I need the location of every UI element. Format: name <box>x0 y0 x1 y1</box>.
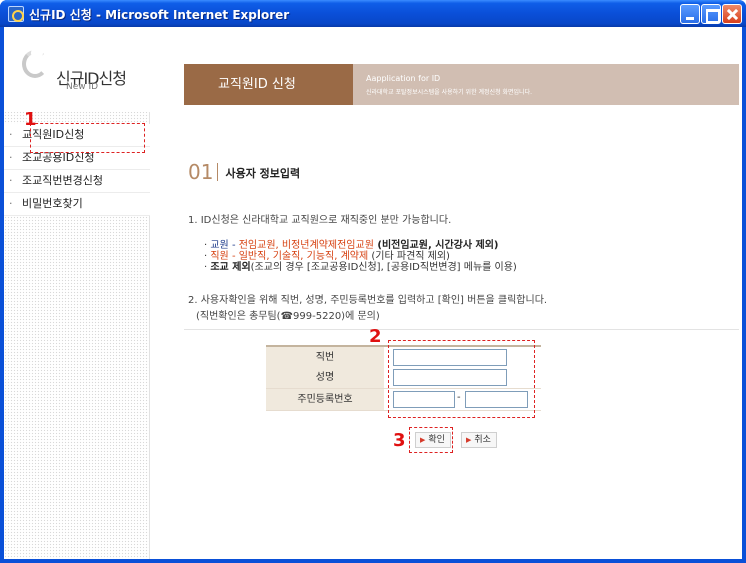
annotation-number-1: 1 <box>24 109 37 130</box>
title-bar[interactable]: 신규ID 신청 - Microsoft Internet Explorer <box>0 0 746 27</box>
confirm-button-label: 확인 <box>428 435 445 445</box>
logo-subtitle: New ID <box>66 82 99 92</box>
page-content: 신규ID신청 New ID 교직원ID신청 조교공용ID신청 조교직번변경신청 … <box>4 27 742 559</box>
annotation-number-2: 2 <box>369 326 382 347</box>
list-item: · 조교 제외(조교의 경우 [조교공용ID신청], [공용ID직번변경] 메뉴… <box>204 262 517 273</box>
arrow-right-icon: ▶ <box>466 436 472 444</box>
confirm-button[interactable]: ▶ 확인 <box>415 432 451 448</box>
sidebar-item-label: 비밀번호찾기 <box>22 197 83 210</box>
sidebar-item-assistant-number-change[interactable]: 조교직번변경신청 <box>4 170 150 193</box>
instruction-note: (직번확인은 총무팀(☎999-5220)에 문의) <box>196 311 380 322</box>
ie-icon <box>8 6 24 22</box>
cancel-button[interactable]: ▶ 취소 <box>461 432 497 448</box>
field-label: 직번 <box>266 347 384 368</box>
browser-window: 신규ID 신청 - Microsoft Internet Explorer 신규… <box>0 0 746 563</box>
divider <box>184 329 739 330</box>
list-item: · 직원 - 일반직, 기술직, 기능직, 계약제 (기타 파견직 제외) <box>204 251 450 262</box>
minimize-button[interactable] <box>680 4 700 24</box>
field-label: 성명 <box>266 367 384 388</box>
arrow-right-icon: ▶ <box>420 436 426 444</box>
step-divider <box>217 163 219 181</box>
annotation-number-3: 3 <box>393 430 406 451</box>
banner-subtitle: 신라대학교 포탈정보시스템을 사용하기 위한 계정신청 화면입니다. <box>366 89 533 96</box>
annotation-box-2 <box>388 340 535 418</box>
main-area: 교직원ID 신청 Aapplication for ID 신라대학교 포탈정보시… <box>150 27 742 559</box>
logo-mark-icon <box>22 46 52 80</box>
section-heading: 01 사용자 정보입력 <box>188 160 300 184</box>
cancel-button-label: 취소 <box>474 435 491 445</box>
sidebar-item-password-find[interactable]: 비밀번호찾기 <box>4 193 150 216</box>
list-item: · 교원 - 전임교원, 비정년계약제전임교원 (비전임교원, 시간강사 제외) <box>204 240 499 251</box>
instruction-1: 1. ID신청은 신라대학교 교직원으로 재직중인 분만 가능합니다. <box>188 215 452 226</box>
close-button[interactable] <box>722 4 742 24</box>
field-label: 주민등록번호 <box>266 389 384 410</box>
sidebar: 신규ID신청 New ID 교직원ID신청 조교공용ID신청 조교직번변경신청 … <box>4 27 150 559</box>
page-banner: 교직원ID 신청 Aapplication for ID 신라대학교 포탈정보시… <box>184 64 739 105</box>
step-title: 사용자 정보입력 <box>225 167 301 180</box>
annotation-box-1 <box>30 123 145 153</box>
instruction-2: 2. 사용자확인을 위해 직번, 성명, 주민등록번호를 입력하고 [확인] 버… <box>188 295 548 306</box>
page-title: 교직원ID 신청 <box>184 64 353 105</box>
sidebar-item-label: 조교직번변경신청 <box>22 174 103 187</box>
maximize-button[interactable] <box>701 4 721 24</box>
banner-title-en: Aapplication for ID <box>366 74 441 83</box>
eligibility-list: · 교원 - 전임교원, 비정년계약제전임교원 (비전임교원, 시간강사 제외)… <box>204 240 517 273</box>
logo: 신규ID신청 New ID <box>4 27 150 112</box>
window-title: 신규ID 신청 - Microsoft Internet Explorer <box>29 8 290 22</box>
step-number: 01 <box>188 160 214 184</box>
